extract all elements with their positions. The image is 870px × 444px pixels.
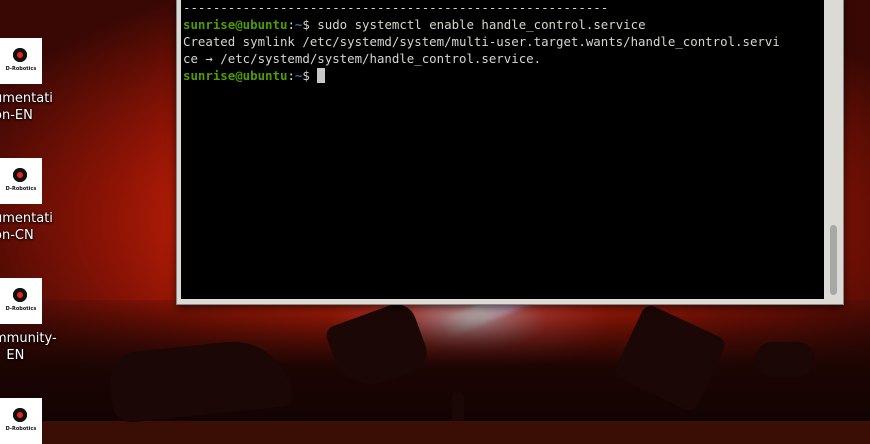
icon-brand-text: D-Robotics [5,306,37,312]
d-robotics-logo-icon: D-Robotics [0,398,42,444]
terminal-output-line: ce → /etc/systemd/system/handle_control.… [183,51,542,66]
terminal-window[interactable]: ----------------------------------------… [176,0,844,305]
command-input[interactable] [310,68,317,83]
d-robotics-logo-icon: D-Robotics [0,158,42,204]
prompt-symbol: $ [302,17,310,32]
terminal-scrollbar[interactable] [827,0,841,302]
prompt-symbol: $ [302,68,310,83]
icon-brand-text: D-Robotics [5,426,37,432]
wallpaper-figure [452,392,464,421]
desktop-icon-label: umentati on-CN [0,211,53,243]
d-robotics-logo-icon: D-Robotics [0,38,42,84]
desktop-icon-community-en[interactable]: D-Robotics mmunity- EN [0,278,62,364]
desktop-icon-documentation-en[interactable]: D-Robotics umentati on-EN [0,38,62,124]
text-cursor [317,68,326,83]
icon-brand-text: D-Robotics [5,66,37,72]
desktop-icon-label: mmunity- EN [0,331,57,363]
desktop-icon-documentation-cn[interactable]: D-Robotics umentati on-CN [0,158,62,244]
desktop-icon-partial[interactable]: D-Robotics [0,398,62,444]
prompt-user: sunrise@ubuntu [183,17,288,32]
terminal-output[interactable]: ----------------------------------------… [181,0,824,299]
d-robotics-logo-icon: D-Robotics [0,278,42,324]
wallpaper-rock [755,342,815,377]
icon-brand-text: D-Robotics [5,186,37,192]
terminal-command-line: sunrise@ubuntu:~$ sudo systemctl enable … [183,17,646,32]
terminal-separator: ----------------------------------------… [183,0,609,15]
terminal-output-line: Created symlink /etc/systemd/system/mult… [183,34,780,49]
terminal-prompt-line: sunrise@ubuntu:~$ [181,67,824,84]
desktop-icon-label: umentati on-EN [0,91,53,123]
prompt-user: sunrise@ubuntu [183,68,288,83]
command-text: sudo systemctl enable handle_control.ser… [309,17,646,32]
scrollbar-thumb[interactable] [830,225,837,295]
